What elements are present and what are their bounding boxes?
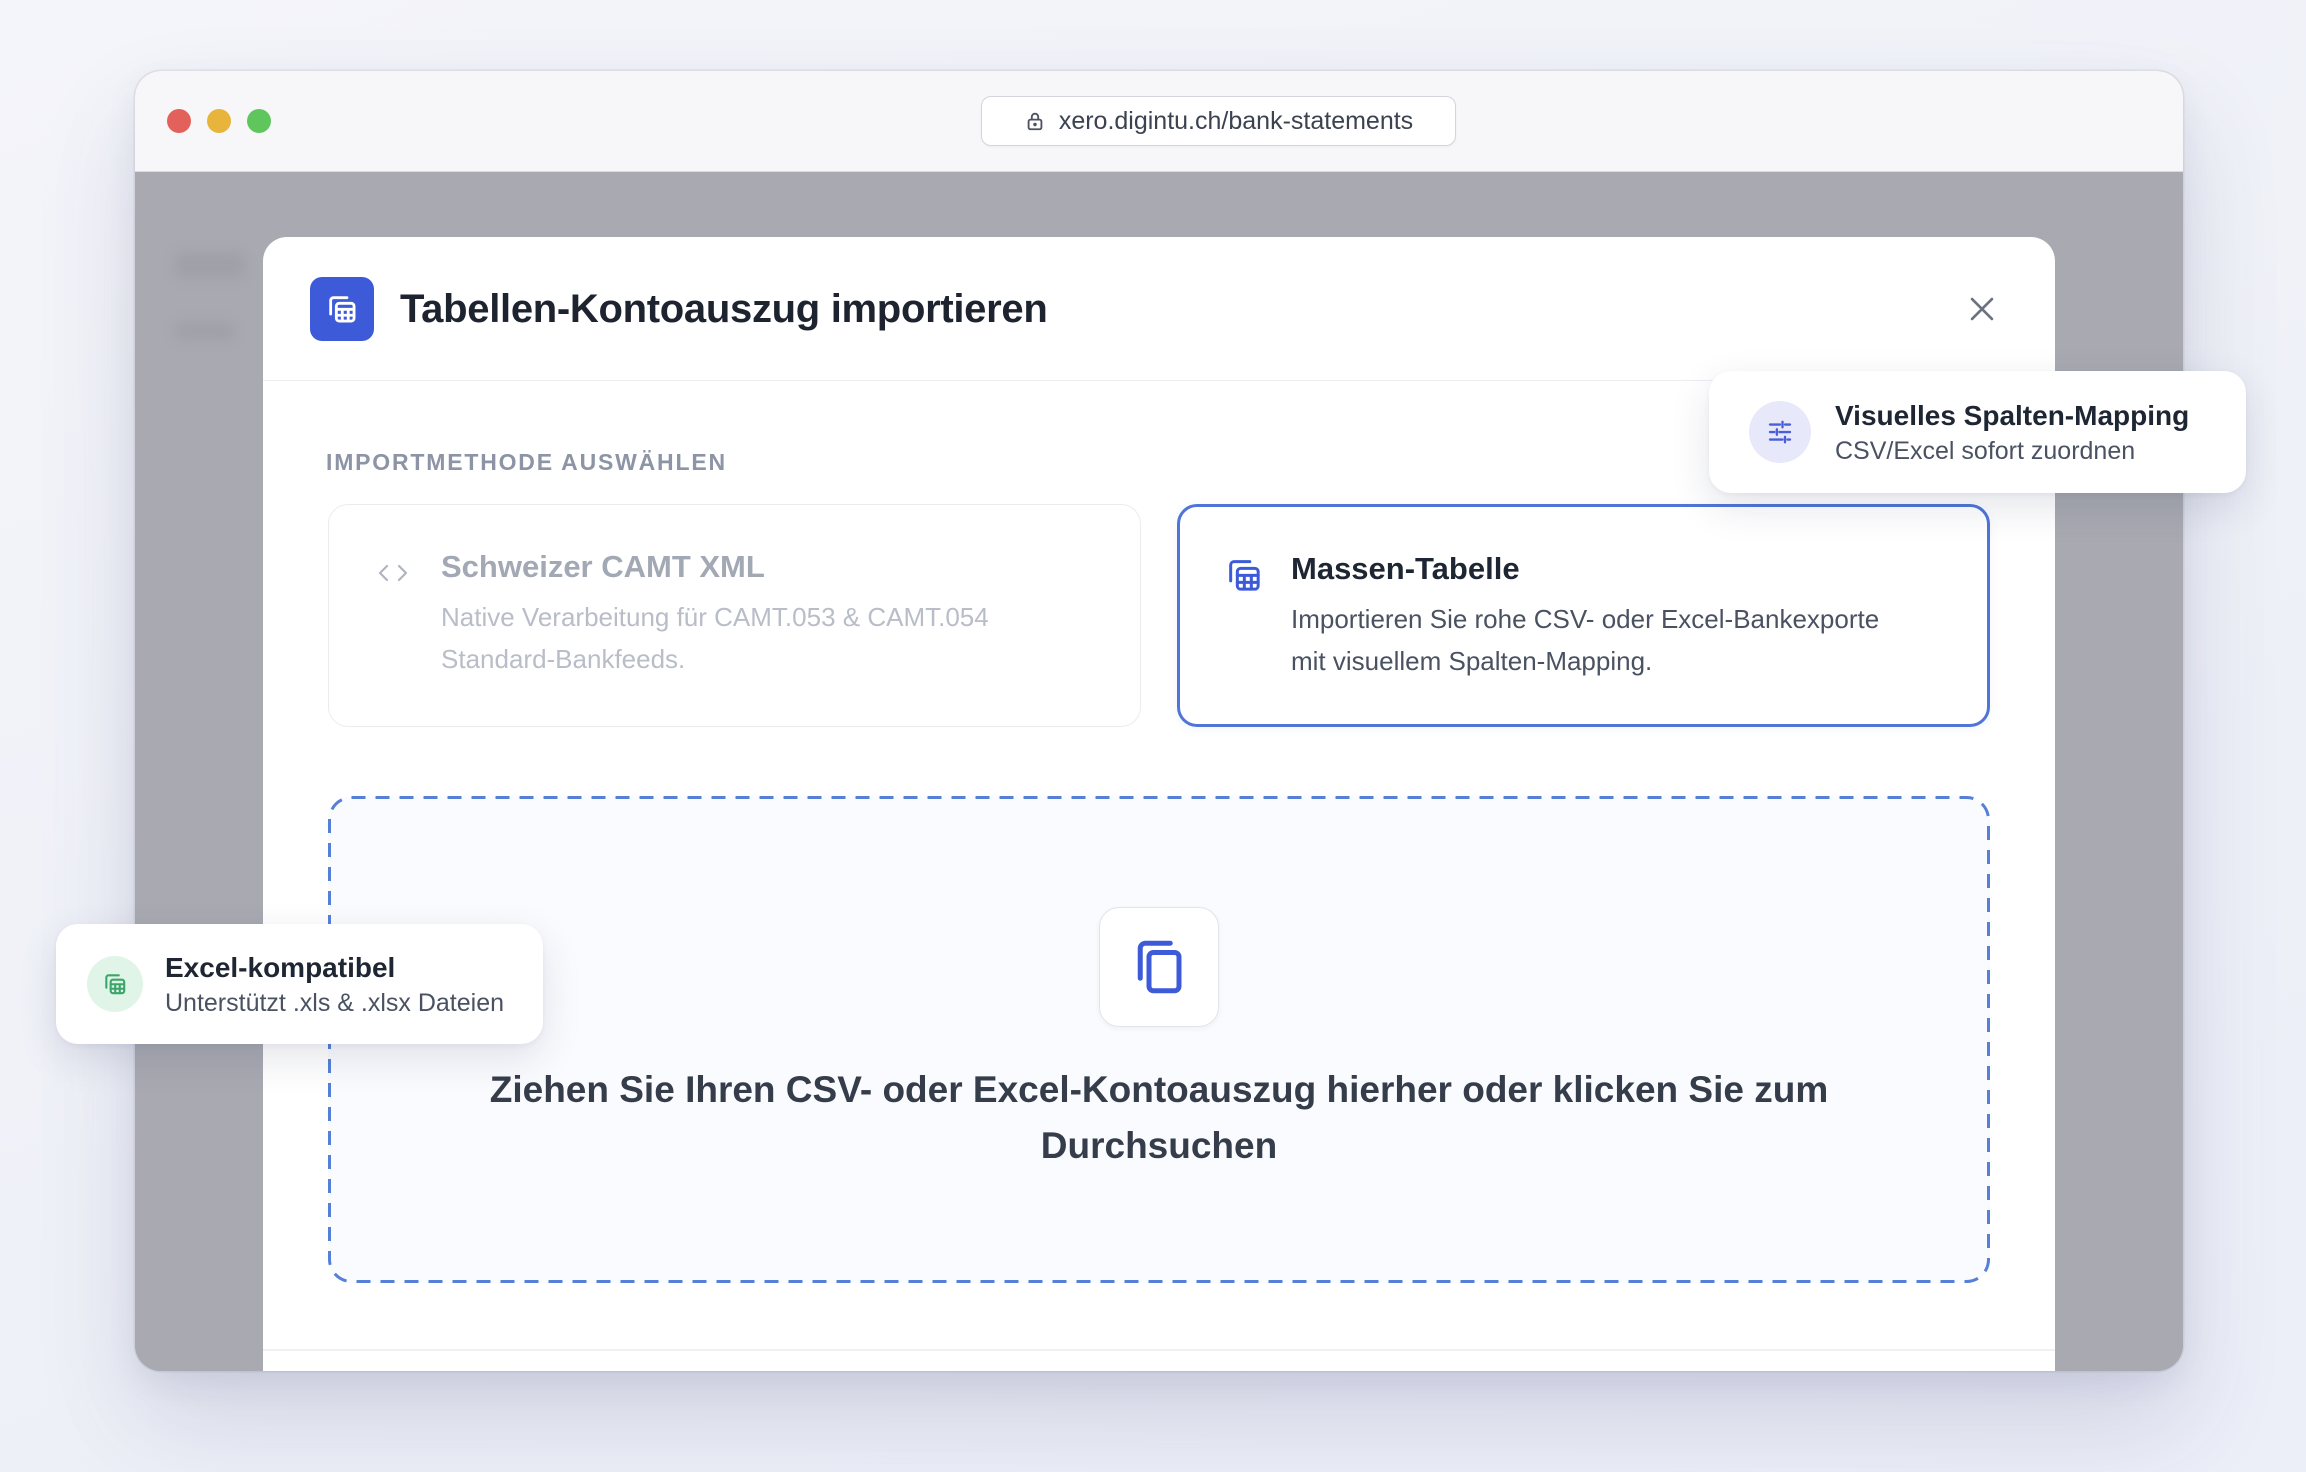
dropzone-instructions: Ziehen Sie Ihren CSV- oder Excel-Kontoau… — [489, 1069, 1829, 1166]
dimmed-page-content — [175, 252, 245, 278]
file-dropzone[interactable]: Ziehen Sie Ihren CSV- oder Excel-Kontoau… — [328, 796, 1990, 1283]
close-icon — [1970, 297, 1994, 321]
lock-icon — [1027, 112, 1043, 131]
copy-icon — [1137, 940, 1182, 994]
code-icon — [378, 564, 408, 582]
feature-badge-title: Excel-kompatibel — [165, 952, 396, 983]
method-card-title: Schweizer CAMT XML — [441, 549, 765, 584]
window-close-button[interactable] — [167, 109, 191, 133]
feature-badge-title: Visuelles Spalten-Mapping — [1835, 400, 2190, 431]
url-text: xero.digintu.ch/bank-statements — [1058, 106, 1414, 135]
modal-title: Tabellen-Kontoauszug importieren — [400, 287, 1048, 331]
spreadsheet-icon — [329, 296, 356, 323]
sliders-icon — [1768, 420, 1792, 444]
spreadsheet-icon — [1229, 560, 1260, 591]
modal-header-icon-badge — [310, 277, 374, 341]
dimmed-page-content — [175, 322, 235, 340]
spreadsheet-icon — [105, 974, 126, 995]
dropzone-dashed-border — [328, 796, 1990, 1283]
method-card-description: Importieren Sie rohe CSV- oder Excel-Ban… — [1291, 604, 1880, 676]
address-bar[interactable]: xero.digintu.ch/bank-statements — [981, 96, 1456, 146]
window-zoom-button[interactable] — [247, 109, 271, 133]
feature-badge-subtitle: Unterstützt .xls & .xlsx Dateien — [165, 989, 505, 1017]
feature-badge-subtitle: CSV/Excel sofort zuordnen — [1835, 437, 2136, 465]
browser-window: xero.digintu.ch/bank-statements Tabellen… — [135, 71, 2183, 1371]
method-card-title: Massen-Tabelle — [1291, 551, 1520, 586]
method-card-description: Native Verarbeitung für CAMT.053 & CAMT.… — [441, 602, 989, 674]
modal-footer-divider — [263, 1349, 2055, 1351]
upload-icon-box — [1099, 907, 1219, 1027]
window-minimize-button[interactable] — [207, 109, 231, 133]
method-card-camt-xml[interactable]: Schweizer CAMT XML Native Verarbeitung f… — [328, 504, 1141, 727]
import-method-label: IMPORTMETHODE AUSWÄHLEN — [326, 449, 727, 475]
feature-badge-column-mapping: Visuelles Spalten-Mapping CSV/Excel sofo… — [1709, 371, 2246, 493]
modal-close-button[interactable] — [1963, 290, 2001, 328]
modal-header: Tabellen-Kontoauszug importieren — [263, 237, 2055, 381]
method-card-bulk-spreadsheet[interactable]: Massen-Tabelle Importieren Sie rohe CSV-… — [1177, 504, 1990, 727]
feature-badge-excel-compatible: Excel-kompatibel Unterstützt .xls & .xls… — [56, 924, 543, 1044]
browser-titlebar: xero.digintu.ch/bank-statements — [135, 71, 2183, 172]
feature-badge-icon — [87, 956, 143, 1012]
feature-badge-icon — [1749, 401, 1811, 463]
